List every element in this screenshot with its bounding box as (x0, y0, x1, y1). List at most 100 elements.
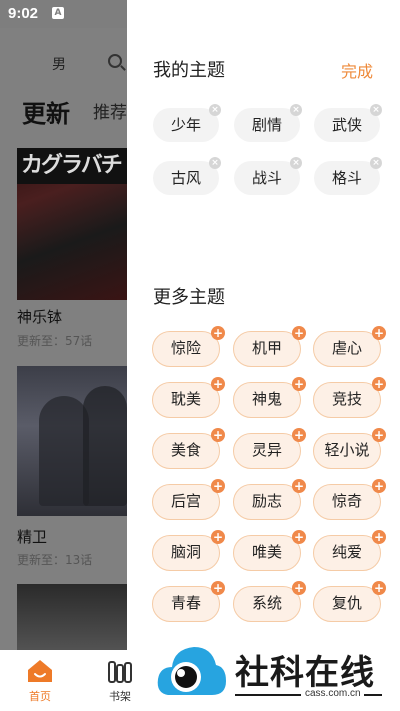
more-theme-chip[interactable]: 脑洞 + (152, 530, 225, 571)
add-icon[interactable]: + (211, 326, 225, 340)
more-theme-chip[interactable]: 神鬼 + (233, 377, 306, 418)
add-icon[interactable]: + (292, 377, 306, 391)
add-icon[interactable]: + (292, 428, 306, 442)
more-theme-chip[interactable]: 耽美 + (152, 377, 225, 418)
my-theme-label: 少年 (170, 116, 201, 134)
more-theme-label: 纯爱 (331, 543, 362, 561)
more-theme-chip[interactable]: 机甲 + (233, 326, 306, 367)
my-theme-label: 格斗 (331, 169, 362, 187)
more-theme-chip[interactable]: 惊险 + (152, 326, 225, 367)
book-update-status: 更新至：57话 (17, 334, 93, 348)
cover-title-art: カグラバチ (17, 148, 127, 184)
more-theme-label: 脑洞 (170, 543, 201, 561)
more-theme-label: 后宫 (170, 492, 201, 510)
heading-update[interactable]: 更新 (22, 94, 70, 129)
remove-icon[interactable]: × (370, 157, 382, 169)
more-theme-chip[interactable]: 美食 + (152, 428, 225, 469)
remove-icon[interactable]: × (290, 157, 302, 169)
more-theme-chip[interactable]: 惊奇 + (313, 479, 386, 520)
more-theme-label: 美食 (170, 441, 201, 459)
watermark-url: cass.com.cn (305, 688, 361, 699)
nav-home-label: 首页 (29, 690, 51, 703)
nav-home[interactable]: 首页 (10, 650, 70, 711)
my-theme-label: 武侠 (331, 116, 362, 134)
book-title[interactable]: 精卫 (17, 526, 47, 547)
my-theme-chip[interactable]: 剧情 × (234, 104, 302, 142)
tab-male[interactable]: 男 (52, 54, 66, 74)
more-theme-label: 唯美 (251, 543, 282, 561)
add-icon[interactable]: + (372, 581, 386, 595)
remove-icon[interactable]: × (370, 104, 382, 116)
more-theme-label: 虐心 (331, 339, 362, 357)
more-theme-chip[interactable]: 唯美 + (233, 530, 306, 571)
more-theme-label: 神鬼 (251, 390, 282, 408)
my-theme-label: 古风 (170, 169, 201, 187)
more-themes-title: 更多主题 (153, 287, 225, 308)
add-icon[interactable]: + (372, 428, 386, 442)
bookshelf-icon (108, 661, 132, 683)
search-icon[interactable] (108, 54, 122, 68)
book-cover[interactable]: カグラバチ (17, 148, 127, 300)
my-theme-chip[interactable]: 少年 × (153, 104, 221, 142)
more-theme-chip[interactable]: 励志 + (233, 479, 306, 520)
more-theme-label: 惊奇 (331, 492, 362, 510)
add-icon[interactable]: + (211, 581, 225, 595)
remove-icon[interactable]: × (290, 104, 302, 116)
nav-shelf[interactable]: 书架 (90, 650, 150, 711)
add-icon[interactable]: + (372, 530, 386, 544)
done-button[interactable]: 完成 (341, 58, 373, 82)
more-theme-chip[interactable]: 系统 + (233, 581, 306, 622)
nav-shelf-label: 书架 (109, 690, 131, 703)
add-icon[interactable]: + (211, 428, 225, 442)
add-icon[interactable]: + (372, 326, 386, 340)
add-icon[interactable]: + (211, 377, 225, 391)
more-theme-chip[interactable]: 复仇 + (313, 581, 386, 622)
more-theme-label: 轻小说 (324, 441, 370, 459)
more-theme-chip[interactable]: 轻小说 + (313, 428, 386, 469)
watermark-text: 社科在线 (235, 653, 375, 693)
status-time: 9:02 (8, 5, 39, 22)
more-theme-label: 竞技 (331, 390, 362, 408)
my-theme-label: 战斗 (251, 169, 282, 187)
add-icon[interactable]: + (292, 581, 306, 595)
my-theme-chip[interactable]: 古风 × (153, 157, 221, 195)
book-cover[interactable] (17, 366, 127, 516)
my-theme-chip[interactable]: 武侠 × (314, 104, 382, 142)
book-cover[interactable] (17, 584, 127, 654)
heading-recommend[interactable]: 推荐 (93, 98, 127, 123)
background-page: 男 更新 推荐 カグラバチ 神乐钵 更新至：57话 精卫 更新至：13话 (0, 28, 127, 711)
add-icon[interactable]: + (292, 479, 306, 493)
more-theme-label: 系统 (251, 594, 282, 612)
more-theme-chip[interactable]: 纯爱 + (313, 530, 386, 571)
more-theme-label: 灵异 (251, 441, 282, 459)
my-theme-label: 剧情 (251, 116, 282, 134)
add-icon[interactable]: + (292, 326, 306, 340)
more-theme-chip[interactable]: 青春 + (152, 581, 225, 622)
more-theme-label: 青春 (170, 594, 201, 612)
more-theme-label: 耽美 (170, 390, 201, 408)
remove-icon[interactable]: × (209, 157, 221, 169)
more-theme-chip[interactable]: 竞技 + (313, 377, 386, 418)
more-theme-chip[interactable]: 灵异 + (233, 428, 306, 469)
more-theme-label: 机甲 (251, 339, 282, 357)
book-title[interactable]: 神乐钵 (17, 306, 62, 327)
more-theme-label: 复仇 (331, 594, 362, 612)
my-theme-chip[interactable]: 战斗 × (234, 157, 302, 195)
my-themes-title: 我的主题 (153, 60, 225, 81)
book-update-status: 更新至：13话 (17, 553, 93, 567)
my-theme-chip[interactable]: 格斗 × (314, 157, 382, 195)
add-icon[interactable]: + (211, 479, 225, 493)
more-theme-label: 惊险 (170, 339, 201, 357)
cloud-eye-logo (157, 647, 226, 695)
watermark: 社科在线 cass.com.cn (150, 633, 400, 711)
more-theme-chip[interactable]: 后宫 + (152, 479, 225, 520)
home-icon (28, 660, 52, 682)
theme-panel: 我的主题 完成 少年 × 剧情 × 武侠 × 古风 × 战斗 × 格斗 × 更多主题 惊险 + 机甲 + 虐心… (127, 0, 400, 650)
more-theme-chip[interactable]: 虐心 + (313, 326, 386, 367)
add-icon[interactable]: + (372, 377, 386, 391)
add-icon[interactable]: + (372, 479, 386, 493)
add-icon[interactable]: + (292, 530, 306, 544)
remove-icon[interactable]: × (209, 104, 221, 116)
more-theme-label: 励志 (251, 492, 282, 510)
add-icon[interactable]: + (211, 530, 225, 544)
